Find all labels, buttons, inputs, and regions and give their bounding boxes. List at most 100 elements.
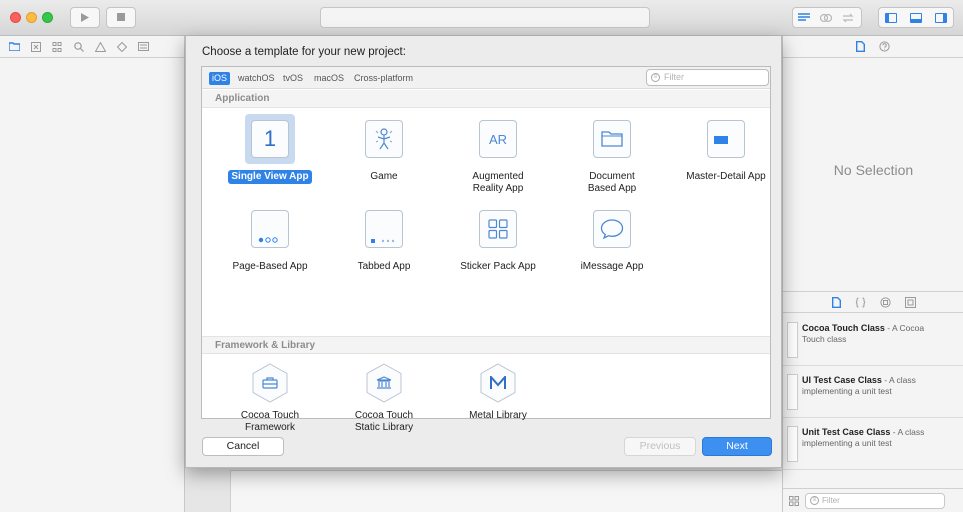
library-item-unit-test-case-class[interactable]: Unit Test Case Class - A class implement… <box>783 418 963 470</box>
library-item-desc: implementing a unit test <box>802 438 892 448</box>
tab-cross-platform[interactable]: Cross-platform <box>351 72 416 85</box>
template-label: Tabbed App <box>357 261 411 272</box>
previous-button[interactable]: Previous <box>624 437 696 456</box>
debug-icon[interactable] <box>138 42 149 51</box>
version-editor-icon[interactable] <box>837 8 859 27</box>
standard-editor-icon[interactable] <box>793 8 815 27</box>
cancel-button[interactable]: Cancel <box>202 437 284 456</box>
utilities-pane: No Selection Cocoa Touch Class - A Cocoa… <box>782 36 963 512</box>
library-filter-bar: ≡ Filter <box>783 488 963 512</box>
no-selection-label: No Selection <box>833 162 914 178</box>
template-label: Cocoa Touch Static Library <box>354 410 414 433</box>
warning-box-icon[interactable] <box>31 41 41 52</box>
library-item-desc: Touch class <box>802 334 847 344</box>
library-filter-placeholder: Filter <box>822 495 840 505</box>
close-window-button[interactable] <box>10 12 21 23</box>
template-game[interactable]: Game <box>327 114 441 184</box>
run-button[interactable] <box>70 7 100 28</box>
template-master-detail-app[interactable]: Master-Detail App <box>669 114 783 184</box>
page-dots-icon <box>251 210 289 248</box>
filter-icon: ≡ <box>651 73 660 82</box>
template-imessage-app[interactable]: iMessage App <box>555 204 669 274</box>
library-item-name: Unit Test Case Class <box>802 427 891 437</box>
window-toolbar <box>0 0 963 36</box>
toolbox-icon <box>251 363 289 403</box>
document-thumbnail-icon <box>787 426 798 462</box>
template-chooser: iOS watchOS tvOS macOS Cross-platform ≡ … <box>201 66 771 433</box>
editor-mode-control[interactable] <box>792 7 862 28</box>
template-label: Cocoa Touch Framework <box>240 410 300 433</box>
platform-tabs: iOS watchOS tvOS macOS Cross-platform ≡ … <box>202 67 770 89</box>
template-label: Sticker Pack App <box>460 261 536 272</box>
file-template-icon[interactable] <box>831 296 841 308</box>
template-filter-placeholder: Filter <box>664 72 684 82</box>
code-snippet-icon[interactable] <box>855 297 866 308</box>
inspector-tabs <box>783 36 963 58</box>
grid-view-icon[interactable] <box>789 495 799 506</box>
section-application: Application <box>202 90 770 108</box>
hierarchy-icon[interactable] <box>52 41 63 52</box>
ar-icon: AR <box>479 120 517 158</box>
library-item-ui-test-case-class[interactable]: UI Test Case Class - A class implementin… <box>783 366 963 418</box>
template-label: Game <box>370 171 398 182</box>
template-page-based-app[interactable]: Page-Based App <box>213 204 327 274</box>
utilities-toggle-icon[interactable] <box>928 8 953 27</box>
minimize-window-button[interactable] <box>26 12 37 23</box>
media-library-icon[interactable] <box>904 296 916 308</box>
template-label: Single View App <box>228 170 312 184</box>
template-label: Metal Library <box>469 410 527 421</box>
template-cocoa-touch-framework[interactable]: Cocoa Touch Framework <box>213 363 327 435</box>
tab-macos[interactable]: macOS <box>311 72 347 85</box>
template-single-view-app[interactable]: 1 Single View App <box>213 114 327 184</box>
navigator-tabs <box>0 36 184 58</box>
template-cocoa-touch-static-library[interactable]: Cocoa Touch Static Library <box>327 363 441 435</box>
navigator-toggle-icon[interactable] <box>879 8 904 27</box>
assistant-editor-icon[interactable] <box>815 8 837 27</box>
next-button[interactable]: Next <box>702 437 772 456</box>
navigator-pane <box>0 36 185 512</box>
editor-background-lower <box>230 470 782 512</box>
quick-help-icon[interactable] <box>879 41 890 52</box>
template-filter-input[interactable]: ≡ Filter <box>646 69 769 86</box>
template-label: Document Based App <box>587 171 637 194</box>
tab-tvos[interactable]: tvOS <box>280 72 306 85</box>
filter-icon: ≡ <box>810 495 819 505</box>
panel-toggle-control[interactable] <box>878 7 954 28</box>
file-inspector-icon[interactable] <box>856 41 865 52</box>
template-label: iMessage App <box>580 261 644 272</box>
template-document-based-app[interactable]: Document Based App <box>555 114 669 196</box>
zoom-window-button[interactable] <box>42 12 53 23</box>
template-label: Augmented Reality App <box>472 171 524 194</box>
object-library-icon[interactable] <box>879 296 891 308</box>
template-label: Page-Based App <box>232 261 308 272</box>
stop-icon <box>117 13 125 21</box>
sticker-grid-icon <box>479 210 517 248</box>
tab-ios[interactable]: iOS <box>209 72 231 85</box>
library-item-name: UI Test Case Class <box>802 375 882 385</box>
debug-area-toggle-icon[interactable] <box>904 8 929 27</box>
library-item-cocoa-touch-class[interactable]: Cocoa Touch Class - A Cocoa Touch class <box>783 314 963 366</box>
activity-viewer <box>320 7 650 28</box>
library-item-desc-inline: - A class <box>881 375 916 385</box>
template-tabbed-app[interactable]: Tabbed App <box>327 204 441 274</box>
template-metal-library[interactable]: Metal Library <box>441 363 555 423</box>
folder-icon[interactable] <box>9 42 20 51</box>
warning-icon[interactable] <box>95 41 106 52</box>
number-one-icon: 1 <box>251 120 289 158</box>
tab-bar-icon <box>365 210 403 248</box>
tab-watchos[interactable]: watchOS <box>235 72 278 85</box>
template-sticker-pack-app[interactable]: Sticker Pack App <box>441 204 555 274</box>
library-item-desc: implementing a unit test <box>802 386 892 396</box>
document-thumbnail-icon <box>787 322 798 358</box>
sheet-title: Choose a template for your new project: <box>202 46 406 58</box>
section-framework-library: Framework & Library <box>202 336 770 354</box>
metal-icon <box>479 363 517 403</box>
library-item-desc-inline: - A Cocoa <box>884 323 925 333</box>
library-filter-input[interactable]: ≡ Filter <box>805 492 945 509</box>
test-icon[interactable] <box>117 41 127 52</box>
stop-button[interactable] <box>106 7 136 28</box>
search-icon[interactable] <box>74 41 84 52</box>
template-augmented-reality-app[interactable]: AR Augmented Reality App <box>441 114 555 196</box>
game-icon <box>365 120 403 158</box>
template-label: Master-Detail App <box>686 171 766 182</box>
